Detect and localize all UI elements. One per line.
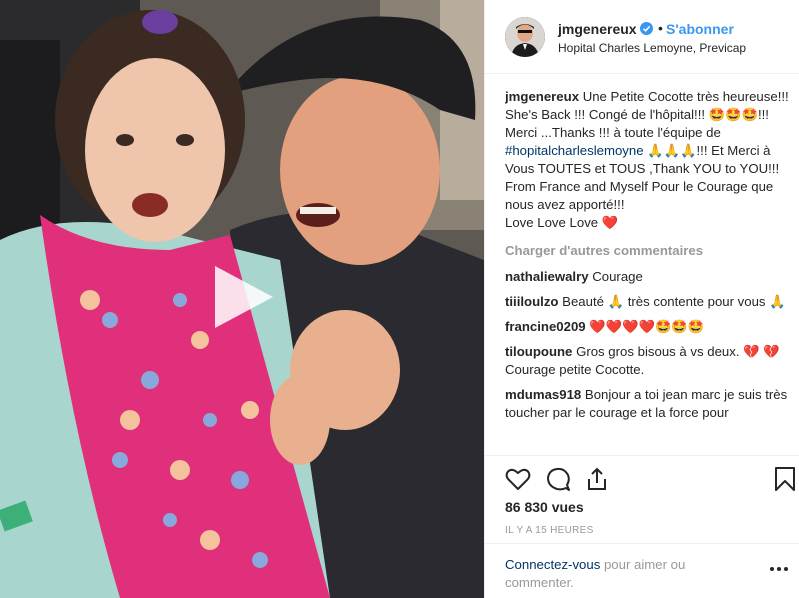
caption-username[interactable]: jmgenereux (505, 89, 579, 104)
hashtag-link[interactable]: #hopitalcharleslemoyne (505, 143, 644, 158)
caption: jmgenereux Une Petite Cocotte très heure… (505, 88, 790, 232)
comment: tiiiloulzo Beauté 🙏 très contente pour v… (505, 293, 790, 311)
view-count[interactable]: 86 830 vues (505, 499, 584, 515)
comment-text: Courage (592, 269, 643, 284)
comment: francine0209 ❤️❤️❤️❤️🤩🤩🤩 (505, 318, 790, 336)
comment-text: Beauté 🙏 très contente pour vous 🙏 (562, 294, 786, 309)
post-sidebar: jmgenereux • S'abonner Hopital Charles L… (484, 0, 799, 598)
comment: mdumas918 Bonjour a toi jean marc je sui… (505, 386, 790, 422)
login-footer: Connectez-vous pour aimer ou commenter. (485, 543, 799, 598)
post-media[interactable] (0, 0, 484, 598)
comment: tiloupoune Gros gros bisous à vs deux. 💔… (505, 343, 790, 379)
follow-button[interactable]: S'abonner (666, 21, 734, 37)
login-prompt: Connectez-vous pour aimer ou commenter. (505, 556, 750, 592)
play-icon[interactable] (207, 262, 277, 332)
load-more-comments-button[interactable]: Charger d'autres commentaires (505, 242, 790, 260)
post-header: jmgenereux • S'abonner Hopital Charles L… (485, 0, 799, 74)
bookmark-icon[interactable] (772, 466, 798, 492)
header-username[interactable]: jmgenereux (558, 21, 637, 37)
comment-username[interactable]: mdumas918 (505, 387, 581, 402)
action-bar (485, 455, 799, 501)
comment-username[interactable]: nathaliewalry (505, 269, 589, 284)
avatar[interactable] (505, 17, 545, 57)
comment-username[interactable]: tiloupoune (505, 344, 572, 359)
comment-icon[interactable] (545, 466, 571, 492)
comment-username[interactable]: francine0209 (505, 319, 586, 334)
login-link[interactable]: Connectez-vous (505, 557, 600, 572)
comment-username[interactable]: tiiiloulzo (505, 294, 558, 309)
share-icon[interactable] (584, 466, 610, 492)
location-link[interactable]: Hopital Charles Lemoyne, Previcap (558, 41, 746, 55)
heart-icon[interactable] (505, 466, 531, 492)
timestamp[interactable]: IL Y A 15 HEURES (505, 525, 594, 536)
verified-badge-icon (640, 22, 653, 35)
more-icon[interactable] (768, 564, 790, 574)
caption-text-3: Love Love Love ❤️ (505, 215, 619, 230)
separator-dot: • (658, 20, 663, 36)
comment: nathaliewalry Courage (505, 268, 790, 286)
comment-text: ❤️❤️❤️❤️🤩🤩🤩 (589, 319, 705, 334)
comments-list[interactable]: jmgenereux Une Petite Cocotte très heure… (505, 88, 790, 454)
